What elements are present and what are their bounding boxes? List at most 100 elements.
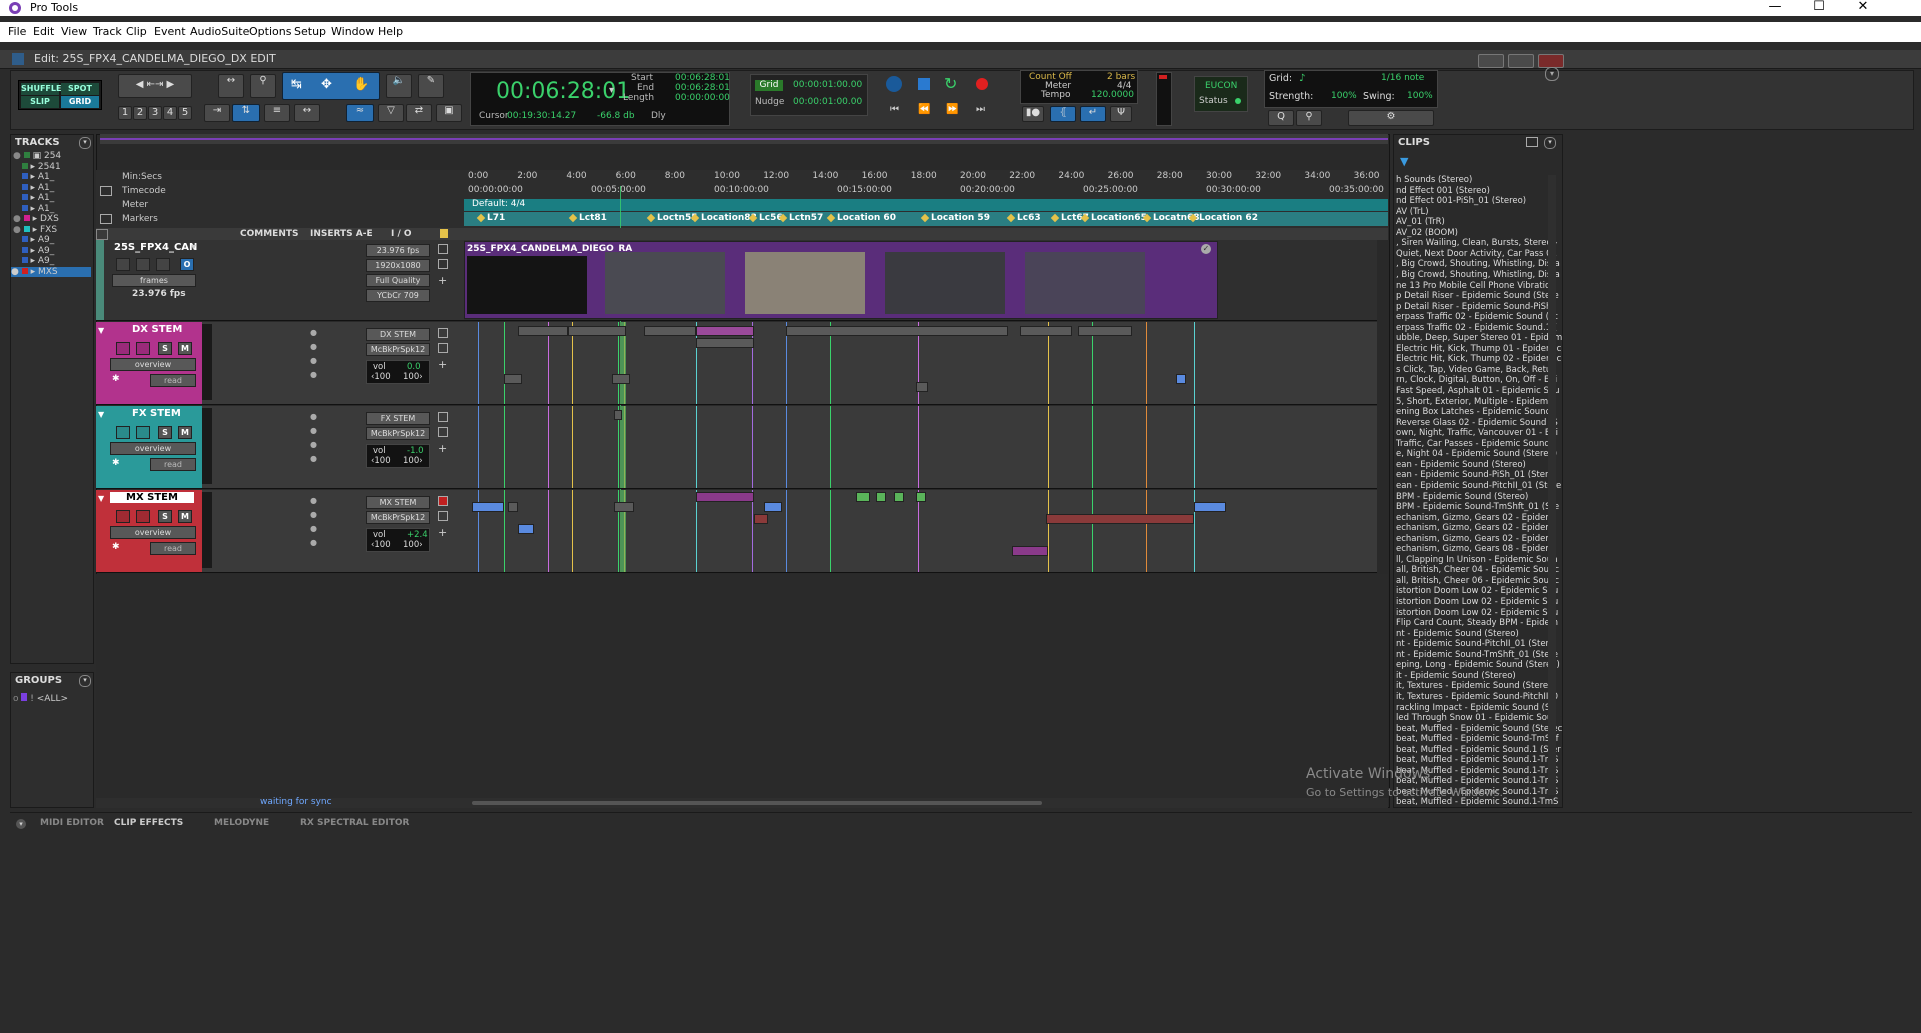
marker[interactable]: Lct81 xyxy=(570,213,607,225)
tracks-panel-menu-icon[interactable]: ▾ xyxy=(79,137,91,149)
track-input-select[interactable]: FX STEM xyxy=(366,412,430,425)
link-track-icon[interactable]: ↔ xyxy=(294,104,320,122)
track-record-icon[interactable] xyxy=(438,328,448,338)
grabber-tool-icon[interactable]: ✋ xyxy=(353,77,369,92)
window-close-button[interactable] xyxy=(1538,54,1564,68)
marker[interactable]: Lc56 xyxy=(750,213,783,225)
clip-list-item[interactable]: it - Epidemic Sound (Stereo) xyxy=(1396,671,1516,681)
clip-list-item[interactable]: AV_02 (BOOM) xyxy=(1396,228,1458,238)
audio-clip[interactable] xyxy=(754,514,768,524)
quantize-settings-icon[interactable]: ⚲ xyxy=(1296,110,1322,126)
clip-list-item[interactable]: istortion Doom Low 02 - Epidemic Sou xyxy=(1396,608,1558,618)
layout-icon[interactable]: ▣ xyxy=(436,104,462,122)
video-toggle-button[interactable] xyxy=(156,258,170,271)
clip-list-item[interactable]: h Sounds (Stereo) xyxy=(1396,175,1472,185)
track-list-item[interactable]: ▸ A1_ xyxy=(13,204,54,215)
clip-list-item[interactable]: nt - Epidemic Sound-PitchII_01 (Stere xyxy=(1396,639,1554,649)
automation-icon[interactable]: ✱ xyxy=(112,458,120,468)
marker[interactable]: Lc63 xyxy=(1008,213,1041,225)
audio-clip[interactable] xyxy=(518,326,568,336)
audio-clip[interactable] xyxy=(644,326,696,336)
volume-value[interactable]: 0.0 xyxy=(407,362,421,372)
solo-button[interactable]: S xyxy=(158,510,172,523)
main-counter[interactable]: 00:06:28:01 ▾ Start End Length 00:06:28:… xyxy=(470,72,730,126)
strength-value[interactable]: 100% xyxy=(1331,91,1357,101)
clip-list-item[interactable]: beat, Muffled - Epidemic Sound.1 (Ster xyxy=(1396,745,1561,755)
track-output-select[interactable]: McBkPrSpk12 xyxy=(366,343,430,356)
fx-stem-lane[interactable] xyxy=(464,406,1377,489)
clip-list-item[interactable]: Electric Hit, Kick, Thump 02 - Epidemic xyxy=(1396,354,1561,364)
tab-clip-effects[interactable]: CLIP EFFECTS xyxy=(114,818,183,828)
clip-list-item[interactable]: nt - Epidemic Sound-TmShft_01 (Stere xyxy=(1396,650,1558,660)
video-add-icon[interactable]: + xyxy=(438,274,447,287)
clip-list-item[interactable]: it, Textures - Epidemic Sound (Stereo) xyxy=(1396,681,1557,691)
insert-slot-dot[interactable]: ● xyxy=(310,538,317,547)
record-arm-button[interactable] xyxy=(116,426,130,439)
clip-list-item[interactable]: ening Box Latches - Epidemic Sound xyxy=(1396,407,1551,417)
zoom-preset-1[interactable]: 1 xyxy=(118,106,132,120)
audio-clip[interactable] xyxy=(696,492,754,502)
menu-view[interactable]: View xyxy=(61,25,87,38)
trim-tool-icon[interactable]: ↹ xyxy=(291,77,302,92)
clip-list-item[interactable]: p Detail Riser - Epidemic Sound-PiSh xyxy=(1396,302,1551,312)
marker[interactable]: Location 60 xyxy=(828,213,896,225)
track-list-item[interactable]: ▸ A9_ xyxy=(13,256,54,267)
audio-clip[interactable] xyxy=(1020,326,1072,336)
marker[interactable]: Lctn57 xyxy=(780,213,823,225)
insert-slot-dot[interactable]: ● xyxy=(310,496,317,505)
clip-list-item[interactable]: Reverse Glass 02 - Epidemic Sound (S xyxy=(1396,418,1558,428)
track-list-item[interactable]: ▸ A1_ xyxy=(13,183,54,194)
meter-ruler[interactable]: Default: 4/4 xyxy=(464,199,1388,211)
clips-panel-view-icon[interactable] xyxy=(1526,137,1538,147)
volume-value[interactable]: -1.0 xyxy=(407,446,424,456)
record-arm-button[interactable] xyxy=(116,510,130,523)
track-list-item[interactable]: ▸ A1_ xyxy=(13,193,54,204)
clip-list-item[interactable]: own, Night, Traffic, Vancouver 01 - Epi xyxy=(1396,428,1558,438)
marker[interactable]: Location65 xyxy=(1082,213,1147,225)
clip-list-item[interactable]: led Through Snow 01 - Epidemic Sou xyxy=(1396,713,1552,723)
clip-list-item[interactable]: it, Textures - Epidemic Sound-PitchII_0 xyxy=(1396,692,1558,702)
clip-list-item[interactable]: ubble, Deep, Super Stereo 01 - Epidem xyxy=(1396,333,1562,343)
clip-list-item[interactable]: istortion Doom Low 02 - Epidemic Sou xyxy=(1396,597,1558,607)
video-online-button[interactable] xyxy=(116,258,130,271)
audio-clip[interactable] xyxy=(504,374,522,384)
tempo-value[interactable]: 120.0000 xyxy=(1091,90,1134,100)
menu-help[interactable]: Help xyxy=(378,25,403,38)
clip-list-item[interactable]: e, Night 04 - Epidemic Sound (Stereo) xyxy=(1396,449,1557,459)
magnifier-icon[interactable]: ⚲ xyxy=(250,74,276,98)
video-track-dropdown-icon[interactable]: ▾ xyxy=(191,242,196,253)
insert-slot-dot[interactable]: ● xyxy=(310,426,317,435)
grid-label[interactable]: Grid xyxy=(755,80,783,91)
close-icon[interactable]: ✕ xyxy=(1841,0,1885,16)
mx-stem-lane[interactable] xyxy=(464,490,1377,573)
pan-right-value[interactable]: 100› xyxy=(403,456,423,466)
toolbar-menu-icon[interactable]: ▾ xyxy=(1545,67,1559,81)
volume-value[interactable]: +2.4 xyxy=(407,530,428,540)
rtz-icon[interactable]: ⏮ xyxy=(890,104,899,115)
clip-list-item[interactable]: ean - Epidemic Sound (Stereo) xyxy=(1396,460,1526,470)
marker[interactable]: Location 62 xyxy=(1190,213,1258,225)
marker[interactable]: Loctn55 xyxy=(648,213,698,225)
clip-list-item[interactable]: beat, Muffled - Epidemic Sound.1-TmS xyxy=(1396,755,1558,765)
length-value[interactable]: 00:00:00:00 xyxy=(675,93,730,103)
menu-setup[interactable]: Setup xyxy=(294,25,326,38)
audio-clip[interactable] xyxy=(472,502,504,512)
clip-list-item[interactable]: echanism, Gizmo, Gears 08 - Epidemi xyxy=(1396,544,1556,554)
end-value[interactable]: 00:06:28:01 xyxy=(675,83,730,93)
clip-list-item[interactable]: 5, Short, Exterior, Multiple - Epidemic xyxy=(1396,397,1555,407)
track-input-select[interactable]: DX STEM xyxy=(366,328,430,341)
track-list-item[interactable]: ▸ A9_ xyxy=(13,235,54,246)
nudge-label[interactable]: Nudge xyxy=(755,97,784,107)
audio-clip[interactable] xyxy=(876,492,886,502)
minimize-icon[interactable]: — xyxy=(1753,0,1797,16)
clip-list-item[interactable]: ne 13 Pro Mobile Cell Phone Vibration xyxy=(1396,281,1556,291)
spot-button[interactable]: SPOT xyxy=(61,83,99,95)
nudge-value[interactable]: 00:00:01:00.00 xyxy=(793,97,862,107)
clip-list-item[interactable]: eping, Long - Epidemic Sound (Stereo) xyxy=(1396,660,1560,670)
audio-clip[interactable] xyxy=(614,502,634,512)
solo-button[interactable]: S xyxy=(158,426,172,439)
track-list-item[interactable]: ● ▸ FXS xyxy=(13,225,57,236)
clip-list-item[interactable]: rn, Clock, Digital, Button, On, Off - Ep… xyxy=(1396,375,1557,385)
insert-slot-dot[interactable]: ● xyxy=(310,510,317,519)
input-monitor-button[interactable] xyxy=(136,426,150,439)
